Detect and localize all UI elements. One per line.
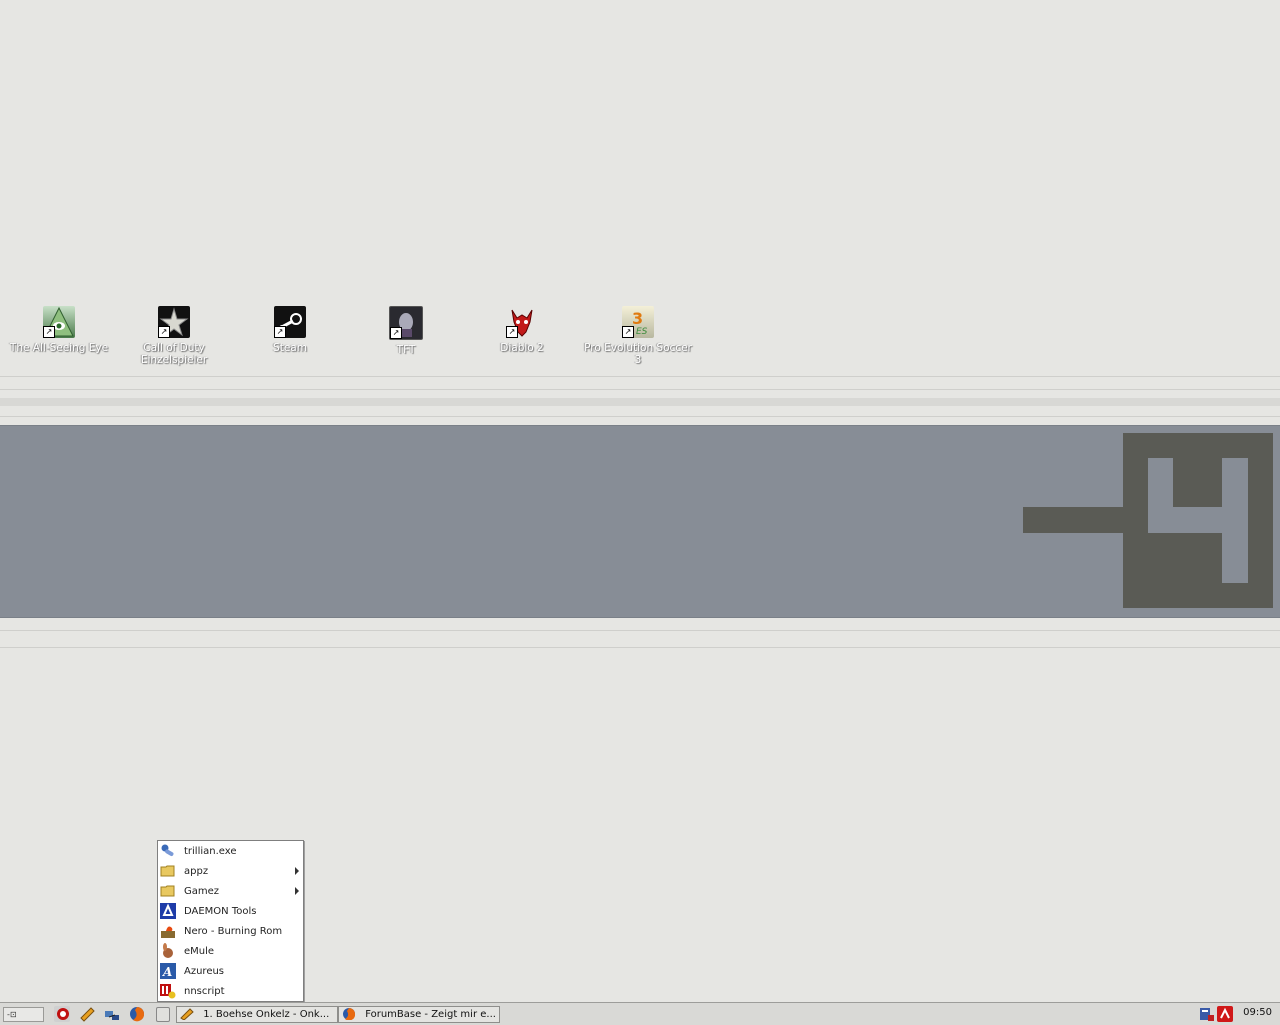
menu-item-gamez[interactable]: Gamez xyxy=(158,881,303,901)
nero-icon xyxy=(160,923,176,939)
quicklaunch-firefox-icon[interactable] xyxy=(129,1006,145,1022)
menu-item-label: eMule xyxy=(184,945,215,957)
quicklaunch-network-icon[interactable] xyxy=(104,1006,120,1022)
task-button-label: 1. Boehse Onkelz - Onk... xyxy=(203,1009,330,1020)
taskbar: -⊡ 1. Boehse Onkelz - Onk... ForumBase -… xyxy=(0,1002,1280,1025)
desktop-icon-label: Call of Duty Einzelspieler xyxy=(140,342,208,366)
shortcut-arrow-icon: ↗ xyxy=(274,326,286,338)
menu-item-emule[interactable]: eMule xyxy=(158,941,303,961)
menu-item-label: trillian.exe xyxy=(184,845,237,857)
emule-icon xyxy=(160,943,176,959)
menu-item-appz[interactable]: appz xyxy=(158,861,303,881)
shortcut-arrow-icon: ↗ xyxy=(43,326,55,338)
task-button-firefox[interactable]: ForumBase - Zeigt mir e... xyxy=(338,1006,500,1023)
menu-item-trillian[interactable]: trillian.exe xyxy=(158,841,303,861)
trillian-icon xyxy=(160,843,176,859)
desktop-icon-label: Diablo 2 xyxy=(500,342,544,354)
desktop-icon-steam[interactable]: ↗ Steam xyxy=(232,306,348,354)
menu-item-label: Gamez xyxy=(184,885,220,897)
taskbar-clock[interactable]: 09:50 xyxy=(1243,1007,1272,1018)
menu-item-nnscript[interactable]: nnscript xyxy=(158,981,303,1001)
azureus-icon: A xyxy=(160,963,176,979)
pes3-icon: 3 ES ↗ xyxy=(622,306,654,338)
diablo-demon-icon: ↗ xyxy=(506,306,538,338)
wallpaper-line xyxy=(0,376,1280,377)
task-button-winamp[interactable]: 1. Boehse Onkelz - Onk... xyxy=(176,1006,338,1023)
menu-item-nero[interactable]: Nero - Burning Rom xyxy=(158,921,303,941)
menu-item-azureus[interactable]: A Azureus xyxy=(158,961,303,981)
wallpaper-logo-dash xyxy=(1023,507,1123,533)
quicklaunch-show-desktop-icon[interactable] xyxy=(156,1007,170,1022)
svg-text:A: A xyxy=(162,965,172,979)
nnscript-icon xyxy=(160,983,176,999)
menu-item-label: appz xyxy=(184,865,209,877)
desktop-icon-label: Steam xyxy=(273,342,307,354)
wallpaper-stripe xyxy=(0,398,1280,406)
winamp-icon xyxy=(180,1008,194,1021)
desktop-icon-diablo-2[interactable]: ↗ Diablo 2 xyxy=(464,306,580,354)
shortcut-arrow-icon: ↗ xyxy=(506,326,518,338)
warcraft-portrait-icon: ↗ xyxy=(389,306,423,340)
svg-text:ES: ES xyxy=(636,327,648,337)
menu-item-label: DAEMON Tools xyxy=(184,905,257,917)
tray-network-icon[interactable] xyxy=(1199,1006,1215,1022)
tray-antivirus-icon[interactable] xyxy=(1217,1006,1233,1022)
desktop-icon-pes3[interactable]: 3 ES ↗ Pro Evolution Soccer 3 xyxy=(580,306,696,366)
wallpaper-line xyxy=(0,630,1280,631)
wallpaper-logo-cutout xyxy=(1148,507,1248,533)
shortcut-arrow-icon: ↗ xyxy=(158,326,170,338)
task-button-label: ForumBase - Zeigt mir e... xyxy=(365,1009,496,1020)
wallpaper-line xyxy=(0,389,1280,390)
steam-icon: ↗ xyxy=(274,306,306,338)
menu-item-label: nnscript xyxy=(184,985,225,997)
firefox-icon xyxy=(342,1008,356,1021)
wallpaper-line xyxy=(0,647,1280,648)
desktop-icon-all-seeing-eye[interactable]: ↗ The All-Seeing Eye xyxy=(1,306,117,354)
wallpaper-line xyxy=(0,416,1280,417)
desktop-icon-label: The All-Seeing Eye xyxy=(9,342,109,354)
folder-icon xyxy=(160,863,176,879)
submenu-arrow-icon xyxy=(295,887,299,895)
desktop-icon-label: TFT xyxy=(396,344,416,356)
daemon-tools-icon xyxy=(160,903,176,919)
menu-item-daemon-tools[interactable]: DAEMON Tools xyxy=(158,901,303,921)
quicklaunch-winamp-icon[interactable] xyxy=(79,1006,95,1022)
shortcut-arrow-icon: ↗ xyxy=(622,326,634,338)
folder-icon xyxy=(160,883,176,899)
menu-item-label: Nero - Burning Rom xyxy=(184,925,283,937)
desktop-icon-call-of-duty[interactable]: ↗ Call of Duty Einzelspieler xyxy=(116,306,232,366)
quicklaunch-nnscript-icon[interactable] xyxy=(54,1006,70,1022)
taskbar-start-button[interactable]: -⊡ xyxy=(3,1007,44,1022)
star-medal-icon: ↗ xyxy=(158,306,190,338)
shortcut-arrow-icon: ↗ xyxy=(390,327,402,339)
desktop-icon-tft[interactable]: ↗ TFT xyxy=(348,306,464,356)
menu-item-label: Azureus xyxy=(184,965,225,977)
eye-pyramid-icon: ↗ xyxy=(43,306,75,338)
quick-launch-menu: trillian.exe appz Gamez DAEMON Tools Ner… xyxy=(157,840,304,1002)
desktop-icon-label: Pro Evolution Soccer 3 xyxy=(584,342,692,366)
submenu-arrow-icon xyxy=(295,867,299,875)
